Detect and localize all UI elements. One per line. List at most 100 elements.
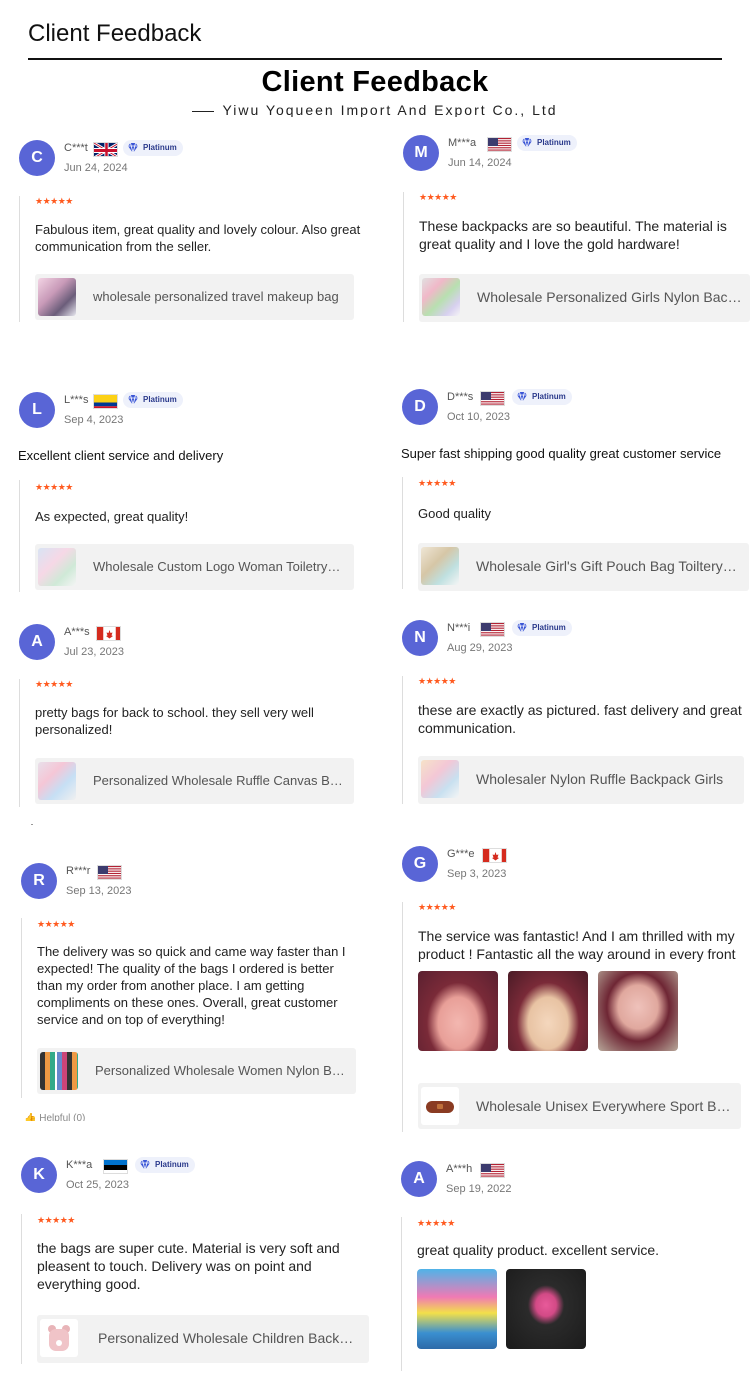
badge-label: Platinum xyxy=(143,143,177,152)
co-flag-icon xyxy=(93,394,118,409)
us-flag-icon xyxy=(480,1163,505,1178)
review-date: Aug 29, 2023 xyxy=(447,642,513,654)
star-rating: ★★★★★ xyxy=(35,679,73,689)
reviewer-name: N***i xyxy=(447,622,471,634)
review-date: Sep 13, 2023 xyxy=(66,885,132,897)
product-name: Personalized Wholesale Ruffle Canvas Bac… xyxy=(93,773,343,788)
gb-flag-icon xyxy=(93,142,118,157)
review-card: L L***s Platinum Sep 4, 2023 Excellent c… xyxy=(18,392,369,592)
helpful-button[interactable]: 👍 Helpful (0) xyxy=(24,1113,85,1121)
review-card: N N***i Platinum Aug 29, 2023 ★★★★★ thes… xyxy=(402,620,750,810)
reviewer-name: A***h xyxy=(446,1163,473,1175)
review-card: D D***s Platinum Oct 10, 2023 Super fast… xyxy=(401,389,750,594)
review-comment: Good quality xyxy=(418,506,491,521)
review-photo[interactable] xyxy=(598,971,678,1051)
avatar: D xyxy=(402,389,438,425)
platinum-badge: Platinum xyxy=(135,1157,195,1173)
us-flag-icon xyxy=(97,865,122,880)
star-rating: ★★★★★ xyxy=(418,676,456,686)
banner-title: Client Feedback xyxy=(261,66,489,98)
product-name: wholesale personalized travel makeup bag xyxy=(93,289,339,304)
review-photo[interactable] xyxy=(506,1269,586,1349)
star-rating: ★★★★★ xyxy=(37,919,75,929)
star-rating: ★★★★★ xyxy=(35,482,73,492)
product-link[interactable]: Personalized Wholesale Ruffle Canvas Bac… xyxy=(35,758,354,804)
review-divider xyxy=(401,1217,402,1371)
product-name: Personalized Wholesale Women Nylon Belt … xyxy=(95,1063,345,1078)
divider-tick xyxy=(31,824,33,825)
review-card: K K***a Platinum Oct 25, 2023 ★★★★★ the … xyxy=(21,1157,371,1367)
review-comment: Fabulous item, great quality and lovely … xyxy=(35,222,361,254)
thumbs-up-icon: 👍 xyxy=(24,1113,40,1121)
product-link[interactable]: Wholesale Custom Logo Woman Toiletry Bag xyxy=(35,544,354,590)
avatar: N xyxy=(402,620,438,656)
review-photo[interactable] xyxy=(417,1269,497,1349)
product-link[interactable]: Wholesaler Nylon Ruffle Backpack Girls xyxy=(418,756,744,804)
avatar: G xyxy=(402,846,438,882)
review-comment: These backpacks are so beautiful. The ma… xyxy=(419,218,727,252)
review-comment: The delivery was so quick and came way f… xyxy=(37,944,346,1027)
review-comment: the bags are super cute. Material is ver… xyxy=(37,1240,340,1292)
avatar: L xyxy=(19,392,55,428)
reviewer-name: C***t xyxy=(64,142,88,154)
review-date: Oct 10, 2023 xyxy=(447,411,510,423)
review-divider xyxy=(402,902,403,1132)
review-date: Oct 25, 2023 xyxy=(66,1179,129,1191)
badge-label: Platinum xyxy=(532,623,566,632)
reviewer-name: K***a xyxy=(66,1159,93,1171)
badge-label: Platinum xyxy=(155,1160,189,1169)
review-card: R R***r Sep 13, 2023 ★★★★★ The delivery … xyxy=(21,863,371,1123)
product-link[interactable]: Wholesale Unisex Everywhere Sport Belt B… xyxy=(418,1083,741,1129)
review-date: Jul 23, 2023 xyxy=(64,646,124,658)
diamond-icon xyxy=(128,394,138,406)
reviewer-name: R***r xyxy=(66,865,91,877)
reviewer-name: D***s xyxy=(447,391,474,403)
helpful-label: Helpful (0) xyxy=(39,1113,86,1121)
review-extra-text: Excellent client service and delivery xyxy=(18,448,224,463)
platinum-badge: Platinum xyxy=(512,620,572,636)
platinum-badge: Platinum xyxy=(123,140,183,156)
us-flag-icon xyxy=(480,622,505,637)
product-link[interactable]: Wholesale Personalized Girls Nylon Backp… xyxy=(419,274,750,322)
diamond-icon xyxy=(517,622,527,634)
product-name: Wholesaler Nylon Ruffle Backpack Girls xyxy=(476,771,724,787)
product-thumbnail xyxy=(40,1319,78,1357)
review-photo[interactable] xyxy=(508,971,588,1051)
product-thumbnail xyxy=(422,278,460,316)
product-thumbnail xyxy=(38,548,76,586)
product-thumbnail xyxy=(421,1087,459,1125)
platinum-badge: Platinum xyxy=(123,392,183,408)
review-divider xyxy=(19,480,20,592)
header-divider xyxy=(28,58,722,60)
product-link[interactable]: Personalized Wholesale Women Nylon Belt … xyxy=(37,1048,356,1094)
platinum-badge: Platinum xyxy=(512,389,572,405)
star-rating: ★★★★★ xyxy=(418,478,456,488)
page-title: Client Feedback xyxy=(28,20,202,47)
review-date: Jun 14, 2024 xyxy=(448,157,512,169)
review-comment: pretty bags for back to school. they sel… xyxy=(35,705,314,737)
product-thumbnail xyxy=(421,547,459,585)
review-card: M M***a Platinum Jun 14, 2024 ★★★★★ Thes… xyxy=(403,135,750,335)
product-link[interactable]: Personalized Wholesale Children Backpack xyxy=(37,1315,369,1363)
product-thumbnail xyxy=(421,760,459,798)
reviewer-name: L***s xyxy=(64,394,89,406)
product-link[interactable]: Wholesale Girl's Gift Pouch Bag Toiltery… xyxy=(418,543,749,591)
avatar: R xyxy=(21,863,57,899)
review-divider xyxy=(402,477,403,589)
ca-flag-icon xyxy=(96,626,121,641)
review-divider xyxy=(21,1214,22,1364)
avatar: M xyxy=(403,135,439,171)
us-flag-icon xyxy=(487,137,512,152)
badge-label: Platinum xyxy=(532,392,566,401)
diamond-icon xyxy=(522,137,532,149)
product-link[interactable]: wholesale personalized travel makeup bag xyxy=(35,274,354,320)
review-divider xyxy=(19,196,20,322)
reviewer-name: M***a xyxy=(448,137,477,149)
diamond-icon xyxy=(140,1159,150,1171)
product-thumbnail xyxy=(38,278,76,316)
diamond-icon xyxy=(517,391,527,403)
review-date: Sep 4, 2023 xyxy=(64,414,124,426)
star-rating: ★★★★★ xyxy=(419,192,457,202)
platinum-badge: Platinum xyxy=(517,135,577,151)
review-photo[interactable] xyxy=(418,971,498,1051)
